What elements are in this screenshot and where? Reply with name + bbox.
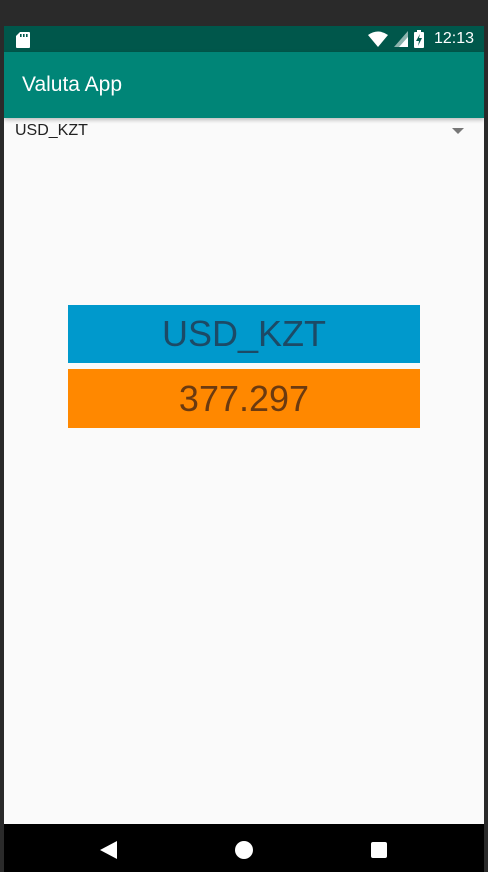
- currency-pair-spinner[interactable]: USD_KZT: [4, 118, 484, 144]
- signal-icon: [393, 31, 408, 47]
- navigation-bar: [4, 824, 484, 872]
- app-title: Valuta App: [22, 73, 123, 96]
- back-icon[interactable]: [100, 841, 117, 859]
- status-bar: 12:13: [4, 26, 484, 52]
- device-screen: 12:13 Valuta App USD_KZT USD_KZT 377.297: [4, 26, 484, 872]
- dropdown-arrow-icon: [452, 128, 464, 134]
- wifi-icon: [367, 31, 388, 47]
- home-icon[interactable]: [235, 841, 253, 859]
- battery-charging-icon: [413, 30, 424, 48]
- exchange-rate-value: 377.297: [68, 369, 420, 428]
- status-time: 12:13: [433, 30, 474, 47]
- currency-pair-label: USD_KZT: [68, 305, 420, 363]
- app-bar: Valuta App: [4, 52, 484, 118]
- recents-icon[interactable]: [371, 842, 387, 858]
- spinner-selected-value: USD_KZT: [15, 122, 88, 139]
- status-icons: 12:13: [367, 26, 474, 52]
- sd-card-icon: [16, 32, 30, 48]
- screen-frame: 12:13 Valuta App USD_KZT USD_KZT 377.297: [0, 0, 488, 872]
